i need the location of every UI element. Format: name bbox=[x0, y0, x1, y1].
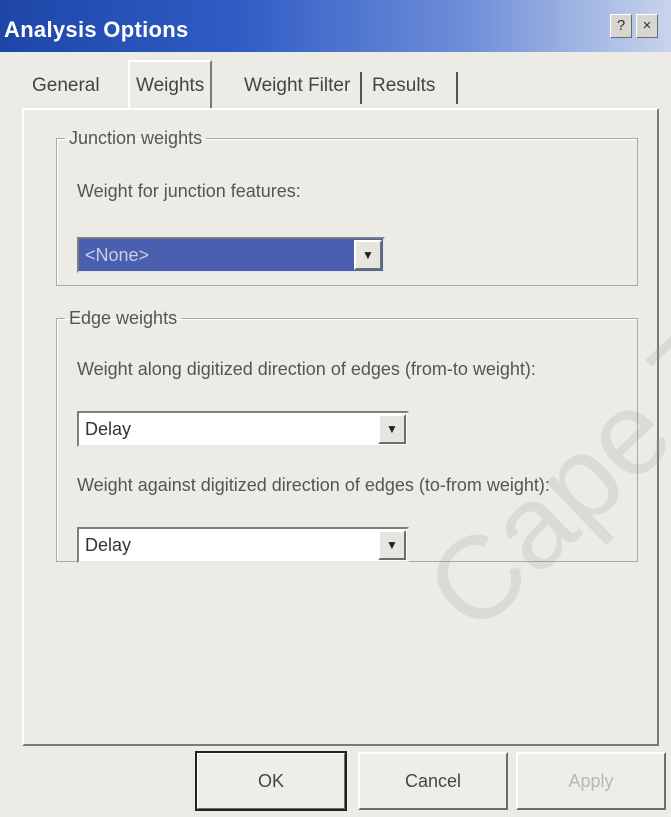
apply-button[interactable]: Apply bbox=[516, 752, 666, 810]
junction-weights-legend: Junction weights bbox=[69, 128, 203, 148]
tab-strip: General Weights Weight Filter Results bbox=[26, 60, 586, 110]
to-from-weight-dropdown[interactable]: Delay ▼ bbox=[77, 527, 409, 563]
edge-weights-group: Edge weights Weight along digitized dire… bbox=[56, 308, 638, 563]
ok-button[interactable]: OK bbox=[195, 751, 347, 811]
junction-weight-label: Weight for junction features: bbox=[77, 181, 301, 201]
junction-weight-value: <None> bbox=[85, 245, 150, 265]
title-bar[interactable]: Analysis Options ? × bbox=[0, 0, 671, 52]
cancel-button[interactable]: Cancel bbox=[358, 752, 508, 810]
help-button[interactable]: ? bbox=[610, 14, 632, 38]
tab-weights[interactable]: Weights bbox=[128, 60, 213, 108]
analysis-options-dialog: Analysis Options ? × General Weights Wei… bbox=[0, 0, 671, 817]
junction-weights-group: Junction weights Weight for junction fea… bbox=[56, 128, 638, 286]
tab-weight-filter[interactable]: Weight Filter bbox=[238, 66, 356, 106]
chevron-down-icon[interactable]: ▼ bbox=[378, 414, 406, 444]
tab-general[interactable]: General bbox=[26, 66, 106, 106]
to-from-weight-value: Delay bbox=[85, 535, 132, 555]
junction-weight-dropdown[interactable]: <None> ▼ bbox=[77, 237, 385, 273]
tab-divider bbox=[360, 72, 362, 104]
weights-tab-panel: Junction weights Weight for junction fea… bbox=[22, 108, 659, 746]
chevron-down-icon[interactable]: ▼ bbox=[378, 530, 406, 560]
from-to-weight-label: Weight along digitized direction of edge… bbox=[77, 359, 536, 379]
from-to-weight-dropdown[interactable]: Delay ▼ bbox=[77, 411, 409, 447]
tab-divider bbox=[456, 72, 458, 104]
close-button[interactable]: × bbox=[636, 14, 658, 38]
tab-results[interactable]: Results bbox=[366, 66, 441, 106]
window-title: Analysis Options bbox=[4, 17, 189, 42]
to-from-weight-label: Weight against digitized direction of ed… bbox=[77, 475, 550, 495]
edge-weights-legend: Edge weights bbox=[69, 308, 178, 328]
chevron-down-icon[interactable]: ▼ bbox=[354, 240, 382, 270]
from-to-weight-value: Delay bbox=[85, 419, 132, 439]
